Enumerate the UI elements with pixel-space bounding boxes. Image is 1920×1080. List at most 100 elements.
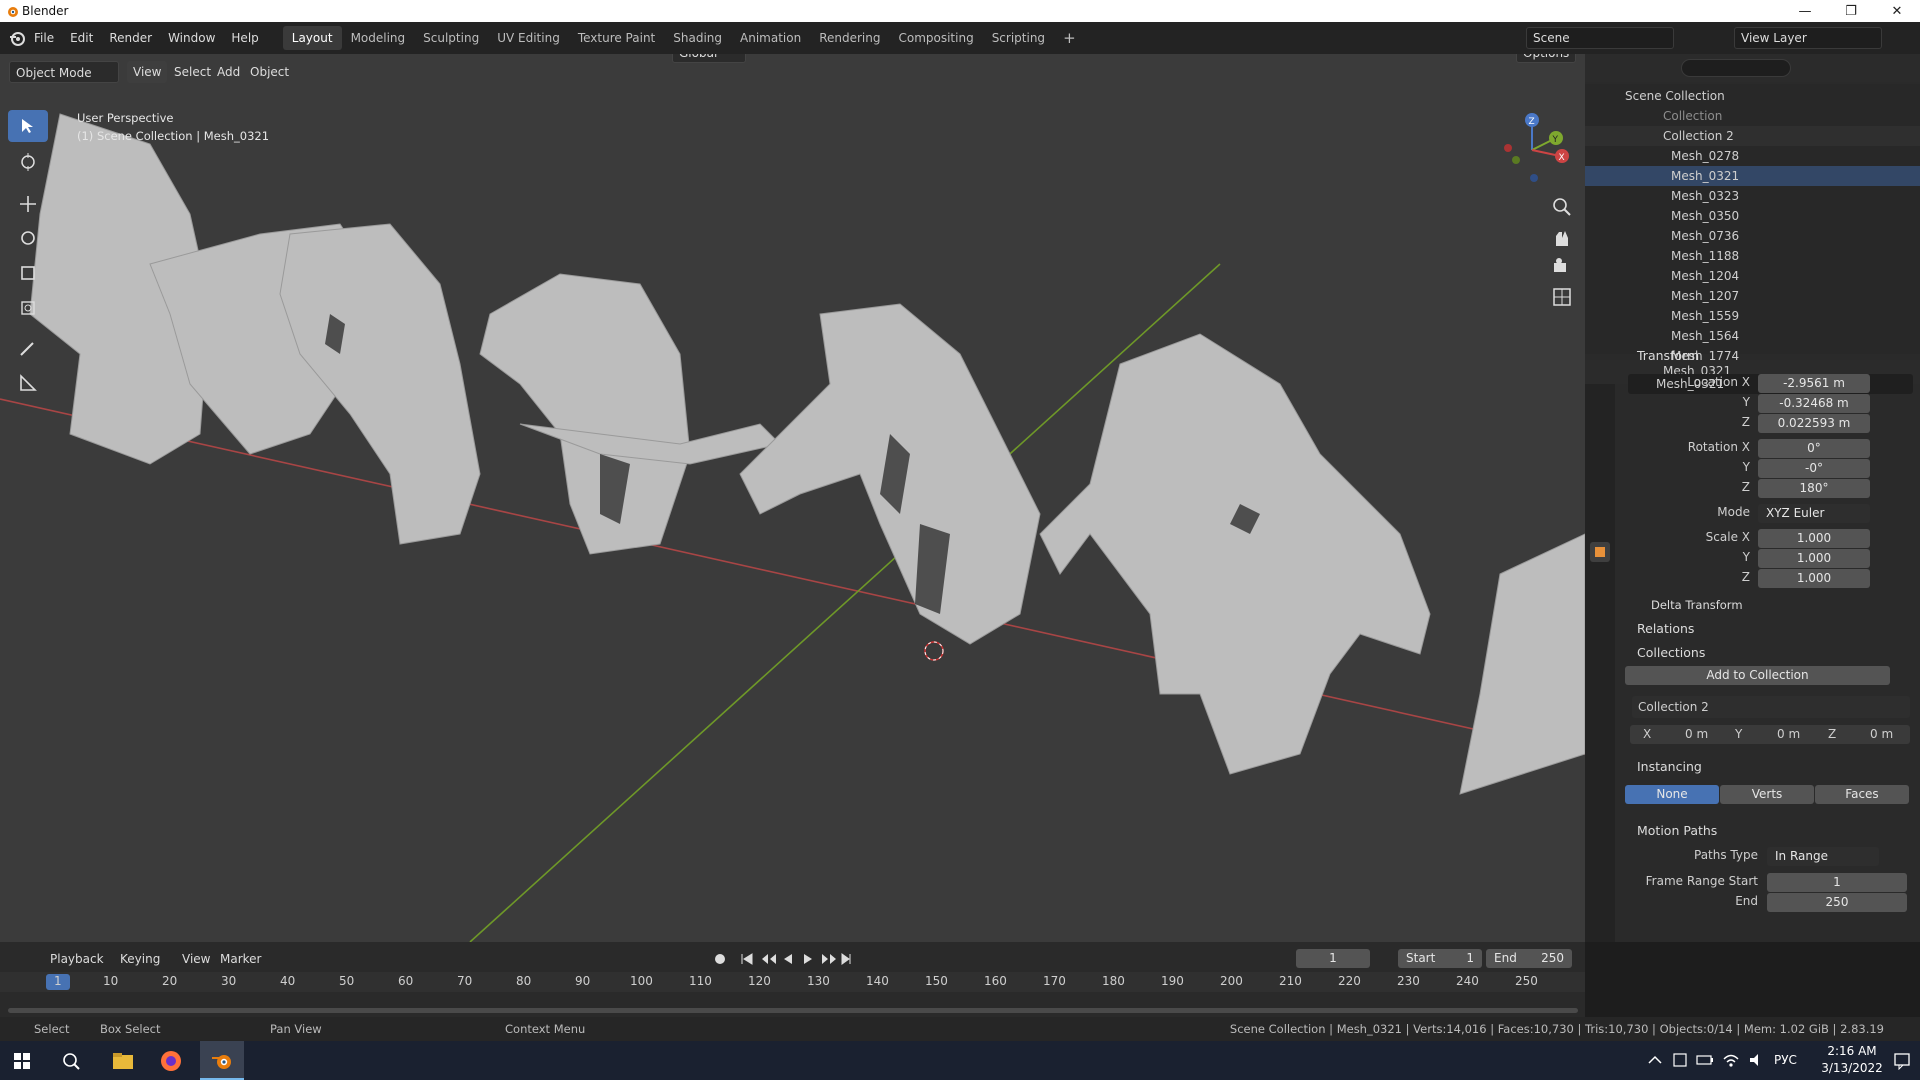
battery-icon[interactable] [1696,1053,1714,1067]
instancing-header[interactable]: Instancing [1637,756,1702,778]
blender-menu-icon[interactable] [8,29,26,47]
location-x-field[interactable]: -2.9561 m [1758,374,1870,393]
options-dropdown[interactable]: Options [1516,54,1577,63]
scene-field[interactable]: Scene [1526,27,1674,49]
tab-compositing[interactable]: Compositing [889,26,982,50]
collection-name-field[interactable]: Collection 2 [1632,696,1910,718]
delta-transform-header[interactable]: Delta Transform [1651,594,1743,616]
start-frame-field[interactable]: Start 1 [1398,949,1482,968]
outliner-item-mesh[interactable]: Mesh_0350 [1585,206,1920,226]
scale-x-field[interactable]: 1.000 [1758,529,1870,548]
move-tool[interactable] [8,188,48,220]
file-explorer-icon[interactable] [112,1051,134,1071]
motion-paths-header[interactable]: Motion Paths [1637,820,1717,842]
tab-layout[interactable]: Layout [282,26,342,50]
scale-y-field[interactable]: 1.000 [1758,549,1870,568]
volume-icon[interactable] [1748,1051,1766,1069]
clock-date[interactable]: 3/13/2022 [1816,1061,1888,1075]
select-box-tool[interactable] [8,110,48,142]
outliner-item-mesh[interactable]: Mesh_0323 [1585,186,1920,206]
wifi-icon[interactable] [1722,1051,1740,1069]
outliner-item-collection-2[interactable]: Collection 2 [1585,126,1920,146]
tab-texture-paint[interactable]: Texture Paint [569,26,664,50]
object-mode-dropdown[interactable]: Object Mode [9,61,119,83]
scale-z-field[interactable]: 1.000 [1758,569,1870,588]
chevron-up-icon[interactable] [1648,1055,1662,1065]
location-z-field[interactable]: 0.022593 m [1758,414,1870,433]
viewport-menu-add[interactable]: Add [211,61,246,83]
transform-header[interactable]: Transform [1637,345,1699,367]
firefox-icon[interactable] [160,1050,182,1072]
paths-type-dropdown[interactable]: In Range [1767,847,1879,866]
cursor-tool[interactable] [8,146,48,178]
outliner-item-mesh[interactable]: Mesh_1564 [1585,326,1920,346]
timeline-scrollbar[interactable] [8,1008,1578,1013]
transform-tool[interactable] [8,292,48,324]
frame-range-end-field[interactable]: 250 [1767,893,1907,912]
scale-tool[interactable] [8,257,48,289]
outliner-item-mesh[interactable]: Mesh_0278 [1585,146,1920,166]
relations-header[interactable]: Relations [1637,618,1694,640]
outliner-item-mesh[interactable]: Mesh_1188 [1585,246,1920,266]
windows-start-icon[interactable] [14,1053,30,1069]
collections-header[interactable]: Collections [1637,642,1705,664]
scene-selector[interactable]: Scene [1526,27,1674,49]
outliner-search-input[interactable] [1681,59,1791,77]
timeline-menu-view[interactable]: View [176,948,216,970]
viewport-menu-view[interactable]: View [127,61,168,83]
timeline-menu-keying[interactable]: Keying [114,948,166,970]
frame-range-start-field[interactable]: 1 [1767,873,1907,892]
taskbar-blender-button[interactable] [200,1041,244,1080]
tab-scripting[interactable]: Scripting [983,26,1054,50]
notification-area-icon[interactable] [1672,1052,1688,1068]
tab-shading[interactable]: Shading [664,26,731,50]
clock-time[interactable]: 2:16 AM [1816,1044,1888,1058]
view-layer-selector[interactable]: View Layer [1722,27,1882,49]
tab-modeling[interactable]: Modeling [342,26,415,50]
outliner-item-mesh[interactable]: Mesh_1207 [1585,286,1920,306]
outliner-item-collection[interactable]: Collection [1585,106,1920,126]
outliner-item-mesh-selected[interactable]: Mesh_0321 [1585,166,1920,186]
add-to-collection-button[interactable]: Add to Collection [1625,666,1890,685]
timeline-ruler[interactable]: 1 10 20 30 40 50 60 70 80 90 100 110 120… [0,972,1585,992]
orientation-dropdown[interactable]: Global [672,54,746,63]
outliner-item-mesh[interactable]: Mesh_0736 [1585,226,1920,246]
tab-sculpting[interactable]: Sculpting [414,26,488,50]
end-frame-field[interactable]: End 250 [1486,949,1572,968]
menu-window[interactable]: Window [160,22,223,54]
location-y-field[interactable]: -0.32468 m [1758,394,1870,413]
timeline-menu-marker[interactable]: Marker [214,948,267,970]
3d-viewport[interactable]: Object Mode View Select Add Object Globa… [0,54,1585,942]
pan-hand-icon[interactable] [1551,226,1573,248]
menu-render[interactable]: Render [101,22,160,54]
instancing-faces-button[interactable]: Faces [1815,785,1909,804]
outliner-item-mesh[interactable]: Mesh_1204 [1585,266,1920,286]
object-properties-tab[interactable] [1590,542,1610,562]
menu-edit[interactable]: Edit [62,22,101,54]
navigation-gizmo[interactable]: Z Y X [1490,108,1570,188]
notification-center-icon[interactable] [1893,1052,1911,1070]
view-layer-field[interactable]: View Layer [1734,27,1882,49]
rotation-x-field[interactable]: 0° [1758,439,1870,458]
zoom-icon[interactable] [1551,196,1573,218]
current-frame-field[interactable]: 1 [1296,949,1370,968]
menu-help[interactable]: Help [223,22,266,54]
collection-offset-row[interactable] [1630,725,1910,744]
tab-rendering[interactable]: Rendering [810,26,889,50]
timeline-menu-playback[interactable]: Playback [44,948,110,970]
measure-tool[interactable] [8,367,48,399]
rotation-mode-dropdown[interactable]: XYZ Euler [1758,504,1870,523]
playback-controls[interactable] [712,951,852,967]
instancing-verts-button[interactable]: Verts [1720,785,1814,804]
close-button[interactable]: ✕ [1874,0,1920,22]
rotation-y-field[interactable]: -0° [1758,459,1870,478]
minimize-button[interactable]: — [1782,0,1828,22]
annotate-tool[interactable] [8,332,48,364]
input-language[interactable]: РУС [1774,1053,1797,1067]
viewport-menu-select[interactable]: Select [168,61,217,83]
outliner-root[interactable]: Scene Collection [1585,86,1920,106]
camera-icon[interactable] [1551,256,1573,278]
search-icon[interactable] [62,1052,80,1070]
menu-file[interactable]: File [26,22,62,54]
viewport-menu-object[interactable]: Object [244,61,295,83]
